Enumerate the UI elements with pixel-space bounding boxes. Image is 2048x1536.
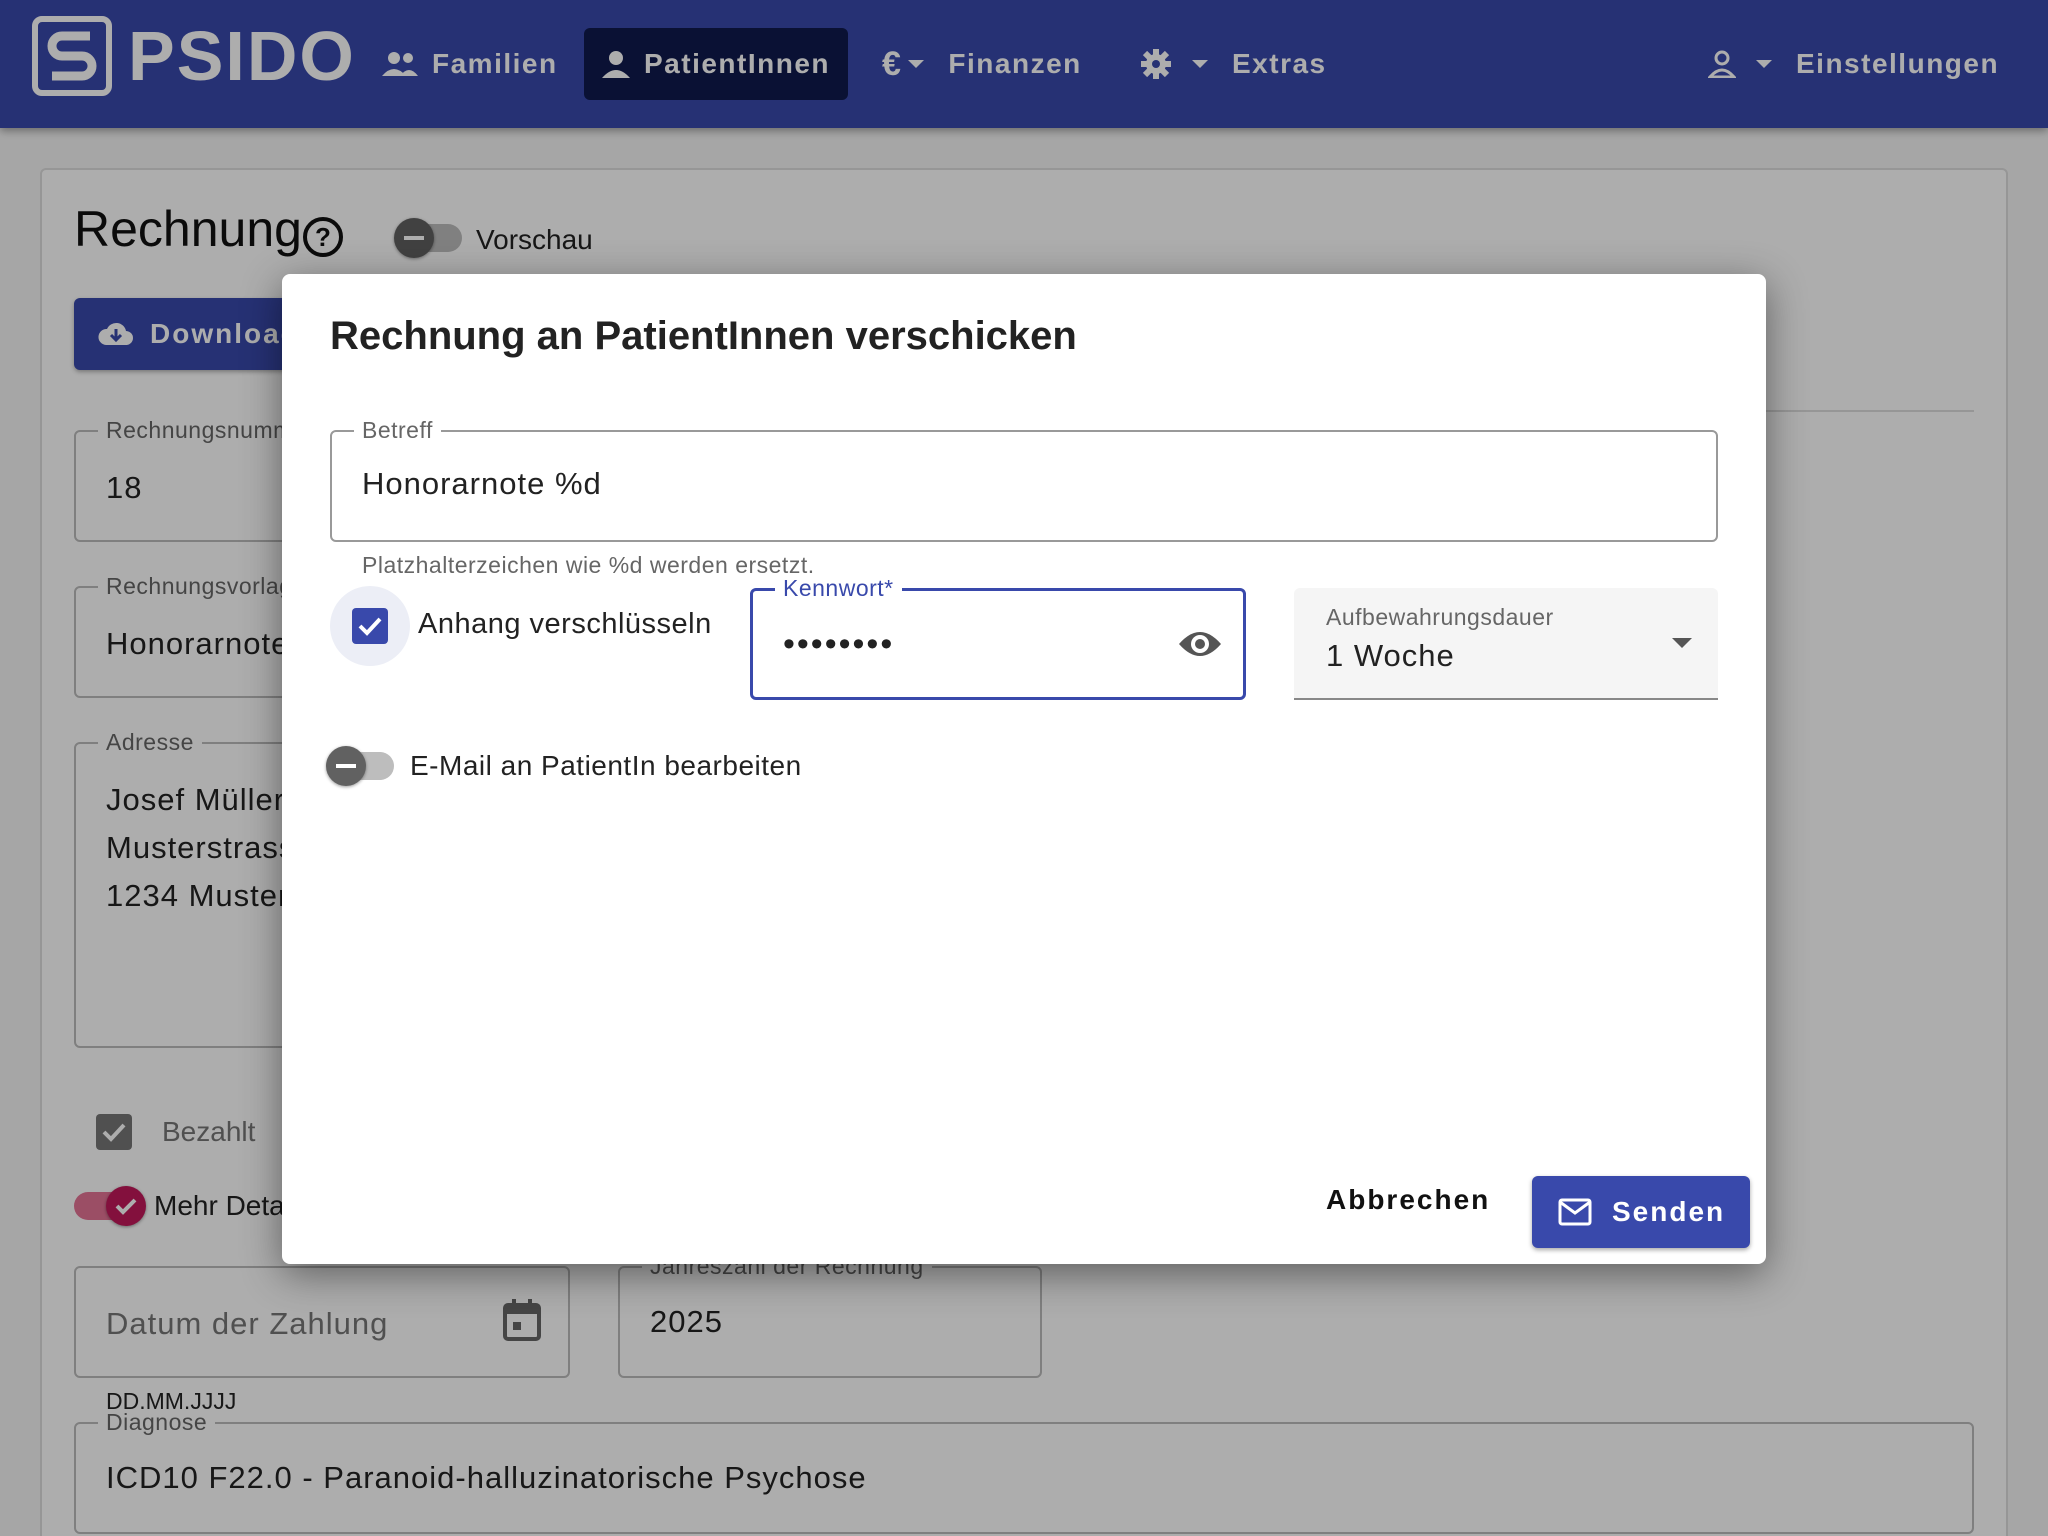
encrypt-attachment-label: Anhang verschlüsseln [418, 608, 712, 640]
edit-email-label: E-Mail an PatientIn bearbeiten [410, 750, 802, 781]
retention-value: 1 Woche [1326, 638, 1455, 673]
mail-icon [1558, 1198, 1592, 1226]
subject-value: Honorarnote %d [362, 466, 602, 501]
subject-label: Betreff [354, 417, 441, 444]
encrypt-attachment-checkbox[interactable] [352, 608, 388, 644]
send-label: Senden [1612, 1196, 1726, 1227]
retention-label: Aufbewahrungsdauer [1326, 604, 1554, 630]
dialog-title: Rechnung an PatientInnen verschicken [330, 314, 1077, 358]
subject-hint: Platzhalterzeichen wie %d werden ersetzt… [362, 552, 815, 578]
password-label: Kennwort* [775, 575, 902, 602]
cancel-button[interactable]: Abbrechen [1326, 1174, 1490, 1226]
toggle-knob [326, 746, 366, 786]
check-icon [358, 617, 382, 636]
eye-icon[interactable] [1177, 627, 1223, 661]
retention-select[interactable]: Aufbewahrungsdauer 1 Woche [1294, 588, 1718, 700]
edit-email-toggle[interactable] [326, 746, 394, 786]
send-button[interactable]: Senden [1532, 1176, 1750, 1248]
password-field[interactable]: Kennwort* •••••••• [750, 575, 1246, 700]
password-value: •••••••• [783, 625, 895, 663]
chevron-down-icon [1672, 638, 1692, 648]
send-invoice-dialog: Rechnung an PatientInnen verschicken Bet… [282, 274, 1766, 1264]
subject-field[interactable]: Betreff Honorarnote %d [330, 417, 1718, 542]
